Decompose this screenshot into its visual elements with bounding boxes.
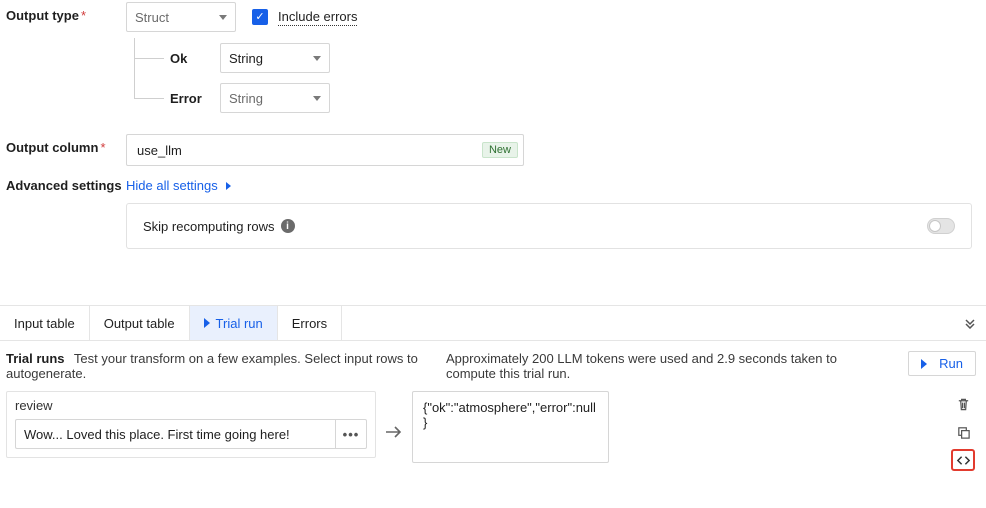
arrow-icon <box>382 391 406 439</box>
trial-input-value[interactable] <box>15 419 335 449</box>
include-errors-label[interactable]: Include errors <box>278 9 357 26</box>
chevron-down-icon <box>219 15 227 20</box>
skip-recomputing-label: Skip recomputing rows <box>143 219 275 234</box>
code-view-button[interactable] <box>951 449 975 471</box>
play-icon <box>921 359 927 369</box>
ok-type-select[interactable]: String <box>220 43 330 73</box>
skip-recomputing-panel: Skip recomputing rows i <box>126 203 972 249</box>
delete-button[interactable] <box>951 393 975 415</box>
error-type-value: String <box>229 91 263 106</box>
tab-label: Output table <box>104 316 175 331</box>
output-type-value: Struct <box>135 10 169 25</box>
info-icon[interactable]: i <box>281 219 295 233</box>
tab-input-table[interactable]: Input table <box>0 306 90 340</box>
tree-connector <box>126 78 170 118</box>
checkmark-icon: ✓ <box>255 12 264 23</box>
tab-label: Input table <box>14 316 75 331</box>
output-type-select[interactable]: Struct <box>126 2 236 32</box>
toggle-knob <box>929 220 941 232</box>
copy-button[interactable] <box>951 421 975 443</box>
ellipsis-icon: ••• <box>343 427 360 442</box>
struct-ok-label: Ok <box>170 51 220 66</box>
output-type-label: Output type <box>6 8 79 23</box>
run-label: Run <box>939 356 963 371</box>
error-type-select[interactable]: String <box>220 83 330 113</box>
chevron-down-icon <box>313 56 321 61</box>
copy-icon <box>956 425 971 440</box>
hide-all-settings-link[interactable]: Hide all settings <box>126 178 231 193</box>
trial-stats: Approximately 200 LLM tokens were used a… <box>446 351 888 381</box>
more-options-button[interactable]: ••• <box>335 419 367 449</box>
collapse-icon[interactable] <box>954 317 986 329</box>
tab-trial-run[interactable]: Trial run <box>190 306 278 340</box>
include-errors-checkbox[interactable]: ✓ <box>252 9 268 25</box>
run-button[interactable]: Run <box>908 351 976 376</box>
output-column-input[interactable] <box>126 134 524 166</box>
tab-errors[interactable]: Errors <box>278 306 342 340</box>
struct-error-label: Error <box>170 91 220 106</box>
tab-label: Errors <box>292 316 327 331</box>
play-icon <box>204 318 210 328</box>
trial-runs-title: Trial runs <box>6 351 65 366</box>
chevron-right-icon <box>226 182 231 190</box>
trash-icon <box>956 397 971 412</box>
tab-label: Trial run <box>216 316 263 331</box>
chevron-down-icon <box>313 96 321 101</box>
trial-input-card: review ••• <box>6 391 376 458</box>
new-badge: New <box>482 142 518 158</box>
output-column-label: Output column <box>6 140 98 155</box>
tab-output-table[interactable]: Output table <box>90 306 190 340</box>
required-asterisk: * <box>81 8 86 23</box>
tree-connector <box>126 38 170 78</box>
advanced-settings-label: Advanced settings <box>6 178 126 193</box>
skip-recomputing-toggle[interactable] <box>927 218 955 234</box>
required-asterisk: * <box>100 140 105 155</box>
code-icon <box>956 453 971 468</box>
trial-input-column: review <box>15 398 367 413</box>
trial-output-value[interactable] <box>412 391 609 463</box>
trial-runs-desc: Test your transform on a few examples. S… <box>6 351 418 381</box>
hide-all-text: Hide all settings <box>126 178 218 193</box>
ok-type-value: String <box>229 51 263 66</box>
